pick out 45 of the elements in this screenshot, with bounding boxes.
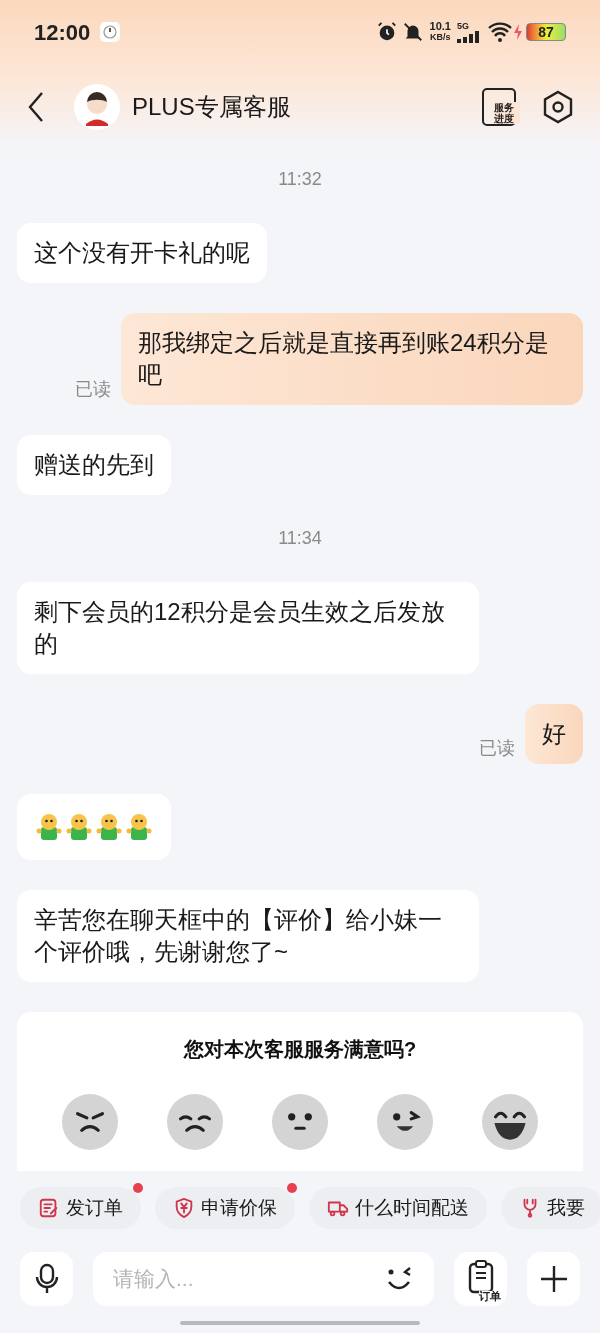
network-type: 5G [457, 21, 469, 31]
shield-icon [173, 1197, 195, 1219]
smiley-figure-icon [124, 812, 154, 842]
muted-bell-icon [401, 21, 424, 43]
laugh-face-icon[interactable] [482, 1094, 539, 1150]
charging-icon [513, 24, 523, 40]
order-button[interactable]: 订单 [454, 1252, 507, 1306]
message-bubble: 剩下会员的12积分是会员生效之后发放的 [17, 582, 479, 674]
avatar [74, 84, 120, 130]
message-input-field[interactable]: 请输入... [93, 1252, 434, 1306]
read-status: 已读 [75, 378, 111, 401]
smiley-figure-icon [94, 812, 124, 842]
timestamp: 11:34 [278, 527, 322, 550]
net-speed-unit: KB/s [430, 32, 451, 43]
microphone-icon [34, 1263, 59, 1295]
net-speed: 10.1 [429, 21, 451, 32]
read-status: 已读 [479, 737, 515, 760]
add-button[interactable] [527, 1252, 580, 1306]
rating-question: 您对本次客服服务满意吗? [183, 1037, 417, 1062]
quick-action-chip[interactable]: 我要 [501, 1187, 600, 1229]
wink-face-icon[interactable] [377, 1094, 434, 1150]
message-input[interactable]: 请输入... [113, 1263, 384, 1295]
battery-indicator: 87 [526, 23, 566, 41]
smiley-figure-icon [34, 812, 64, 842]
signal-icon [457, 31, 481, 43]
edit-icon [38, 1197, 60, 1219]
angry-face-icon[interactable] [61, 1094, 118, 1150]
message-bubble: 那我绑定之后就是直接再到账24积分是吧 [121, 313, 583, 405]
timestamp: 11:32 [278, 168, 322, 191]
neutral-face-icon[interactable] [271, 1094, 328, 1150]
sad-face-icon[interactable] [166, 1094, 223, 1150]
settings-icon[interactable] [542, 90, 574, 124]
chat-title: PLUS专属客服 [132, 92, 291, 122]
message-bubble: 辛苦您在聊天框中的【评价】给小妹一个评价哦，先谢谢您了~ [17, 890, 479, 982]
message-bubble: 好 [525, 704, 583, 764]
plus-icon [539, 1265, 568, 1293]
wifi-icon [487, 21, 513, 43]
timer-icon [100, 22, 121, 42]
quick-action-chip[interactable]: 什么时间配送 [309, 1187, 487, 1229]
back-icon[interactable] [26, 91, 46, 123]
message-bubble: 赠送的先到 [17, 435, 171, 495]
voice-button[interactable] [20, 1252, 73, 1306]
message-bubble: 这个没有开卡礼的呢 [17, 223, 267, 283]
smiley-figure-icon [64, 812, 94, 842]
clock: 12:00 [34, 18, 91, 47]
